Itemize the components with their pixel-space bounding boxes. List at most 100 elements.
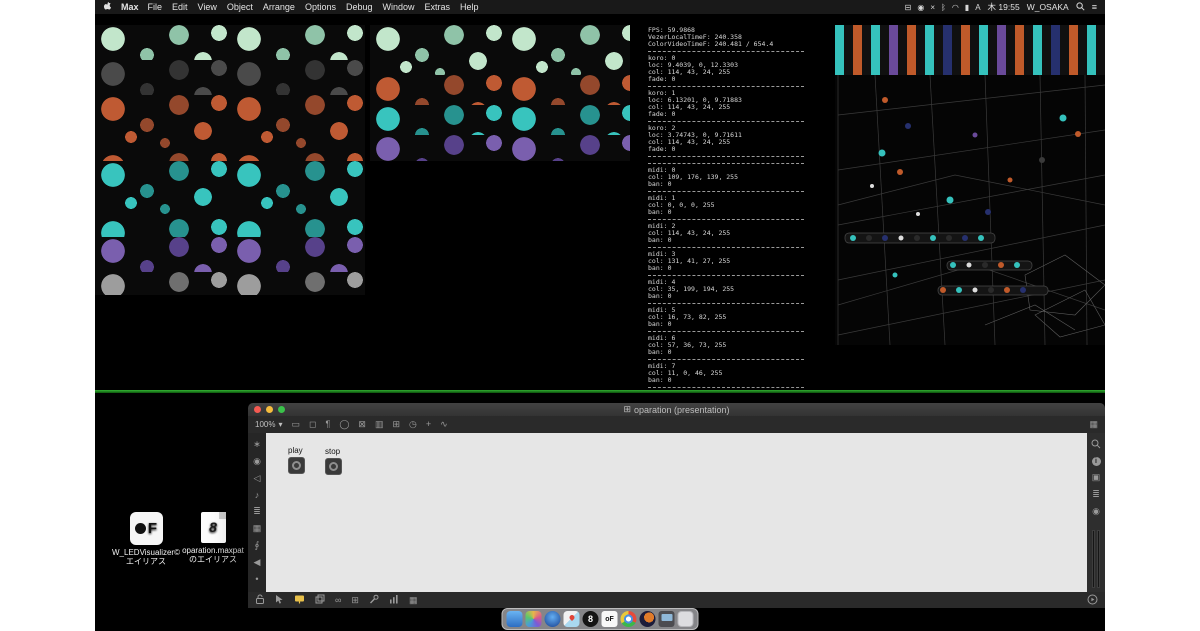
scatter-dot bbox=[1008, 178, 1013, 183]
record-status-icon[interactable]: ◉ bbox=[917, 3, 924, 12]
menu-item-help[interactable]: Help bbox=[460, 2, 479, 12]
apple-menu-icon[interactable] bbox=[103, 1, 112, 13]
button-ring bbox=[292, 461, 301, 470]
menu-item-options[interactable]: Options bbox=[305, 2, 336, 12]
minimize-window-button[interactable] bbox=[266, 406, 273, 413]
window-titlebar[interactable]: ⊞ oparation (presentation) bbox=[248, 403, 1105, 416]
max8-dock-icon[interactable]: 8 bbox=[583, 611, 599, 627]
grid-snap-icon[interactable]: ⊞ bbox=[351, 596, 359, 605]
add-object-icon[interactable]: + bbox=[426, 420, 431, 429]
back-arrow-icon[interactable]: ◀ bbox=[254, 557, 261, 568]
message-box-icon[interactable]: ◻ bbox=[309, 420, 316, 429]
viz-band-gray-left bbox=[95, 60, 365, 95]
close-status-icon[interactable]: × bbox=[930, 3, 935, 12]
snapshot-icon[interactable]: ◉ bbox=[1092, 506, 1101, 517]
patcher-window: ⊞ oparation (presentation) 100%▾ ▭ ◻ ¶ ◯ ⊠ ▥ ⊞… bbox=[248, 403, 1105, 608]
debug-line: ban: 0 bbox=[648, 321, 823, 328]
debug-line: fade: 0 bbox=[648, 146, 823, 153]
waffle-grid-icon[interactable]: ▦ bbox=[409, 596, 418, 605]
menu-item-extras[interactable]: Extras bbox=[425, 2, 451, 12]
audio-spiral-icon[interactable]: ◉ bbox=[253, 456, 261, 467]
link-icon[interactable]: ∞ bbox=[335, 596, 341, 605]
bluetooth-icon[interactable]: ᛒ bbox=[941, 3, 946, 12]
display-dock-icon[interactable] bbox=[659, 611, 675, 627]
inspector-info-icon[interactable]: i bbox=[1092, 457, 1101, 466]
app-menu-max[interactable]: Max bbox=[121, 2, 139, 12]
menu-item-window[interactable]: Window bbox=[383, 2, 415, 12]
firefox-dock-icon[interactable] bbox=[640, 611, 656, 627]
media-icon[interactable]: ▣ bbox=[1092, 472, 1101, 483]
desktop-icon-ledvisualizer[interactable]: F W_LEDVisualizer©エイリアス bbox=[110, 512, 182, 566]
trash-dock-icon[interactable] bbox=[678, 611, 694, 627]
display-status-icon[interactable]: ⊟ bbox=[905, 3, 912, 12]
toggle-icon[interactable]: ⊠ bbox=[358, 420, 366, 429]
menu-item-edit[interactable]: Edit bbox=[172, 2, 188, 12]
openframeworks-dock-icon[interactable]: oF bbox=[602, 611, 618, 627]
menu-item-file[interactable]: File bbox=[148, 2, 163, 12]
desktop-icon-maxpat[interactable]: 8 oparation.maxpatのエイリアス bbox=[177, 511, 249, 564]
maps-dock-icon[interactable] bbox=[564, 611, 580, 627]
play-button[interactable] bbox=[288, 457, 305, 474]
search-icon[interactable] bbox=[1091, 439, 1101, 451]
led-stripe bbox=[961, 25, 970, 75]
finder-dock-icon[interactable] bbox=[507, 611, 523, 627]
photos-dock-icon[interactable] bbox=[526, 611, 542, 627]
notification-center-icon[interactable]: ≡ bbox=[1092, 2, 1097, 12]
audio-on-icon[interactable] bbox=[1087, 594, 1098, 607]
menu-item-debug[interactable]: Debug bbox=[346, 2, 373, 12]
of-dot bbox=[135, 523, 146, 534]
led-stripe bbox=[1015, 25, 1024, 75]
slider-icon[interactable]: ▥ bbox=[375, 420, 384, 429]
presentation-mode-icon[interactable] bbox=[294, 594, 305, 606]
unlock-icon[interactable] bbox=[255, 594, 265, 606]
object-box-icon[interactable]: ▭ bbox=[291, 420, 300, 429]
input-source-icon[interactable]: A bbox=[975, 3, 980, 12]
safari-dock-icon[interactable] bbox=[545, 611, 561, 627]
menu-clock[interactable]: 木 19:55 bbox=[988, 1, 1020, 13]
spotlight-search-icon[interactable] bbox=[1076, 2, 1085, 13]
layers-icon[interactable] bbox=[315, 594, 325, 606]
menu-item-arrange[interactable]: Arrange bbox=[263, 2, 295, 12]
stop-button[interactable] bbox=[325, 458, 342, 475]
menu-user[interactable]: W_OSAKA bbox=[1027, 2, 1069, 12]
scatter-dot bbox=[916, 212, 920, 216]
scatter-dot bbox=[850, 235, 856, 241]
patcher-canvas[interactable]: play stop bbox=[266, 433, 1087, 592]
select-arrow-icon[interactable] bbox=[275, 594, 284, 606]
color-palette-icon[interactable]: ∗ bbox=[253, 439, 261, 450]
meter-right bbox=[1097, 530, 1100, 588]
debug-line: ban: 0 bbox=[648, 209, 823, 216]
button-icon[interactable]: ◯ bbox=[339, 420, 349, 429]
scatter-dot bbox=[982, 262, 988, 268]
menu-item-object[interactable]: Object bbox=[227, 2, 253, 12]
zoom-window-button[interactable] bbox=[278, 406, 285, 413]
meter-bars-icon[interactable] bbox=[389, 594, 399, 606]
image-icon[interactable]: ▦ bbox=[253, 523, 262, 534]
record-dot-icon[interactable]: • bbox=[255, 574, 258, 584]
zoom-select[interactable]: 100%▾ bbox=[255, 420, 282, 429]
lesson-list-icon[interactable]: ≣ bbox=[253, 506, 261, 517]
battery-icon[interactable]: ▮ bbox=[965, 3, 969, 12]
wifi-icon[interactable]: ◠ bbox=[952, 3, 959, 12]
wrench-icon[interactable] bbox=[369, 594, 379, 606]
midi-note-icon[interactable]: ♪ bbox=[255, 490, 260, 500]
chrome-dock-icon[interactable] bbox=[621, 611, 637, 627]
speaker-icon[interactable]: ◁ bbox=[254, 473, 261, 484]
grid-view-icon[interactable]: ▦ bbox=[1089, 420, 1098, 429]
scatter-dot bbox=[866, 235, 872, 241]
paperclip-icon[interactable]: ∮ bbox=[255, 540, 260, 551]
meter-left bbox=[1092, 530, 1095, 588]
patch-cord-icon[interactable]: ∿ bbox=[440, 420, 448, 429]
comment-icon[interactable]: ¶ bbox=[325, 420, 330, 429]
transport-icon[interactable]: ◷ bbox=[409, 420, 417, 429]
menu-status-area: ⊟ ◉ × ᛒ ◠ ▮ A 木 19:55 W_OSAKA ≡ bbox=[905, 1, 1097, 13]
matrix-icon[interactable]: ⊞ bbox=[392, 420, 400, 429]
desktop-icon-label: oparation.maxpatのエイリアス bbox=[177, 546, 249, 564]
led-stripe bbox=[853, 25, 862, 75]
close-window-button[interactable] bbox=[254, 406, 261, 413]
menu-item-list: File Edit View Object Arrange Options Debug Win… bbox=[148, 2, 479, 12]
menu-item-view[interactable]: View bbox=[198, 2, 217, 12]
viz-band-cyan-right bbox=[370, 105, 630, 135]
led-stripe bbox=[1060, 25, 1069, 75]
console-icon[interactable]: ≣ bbox=[1092, 489, 1101, 500]
